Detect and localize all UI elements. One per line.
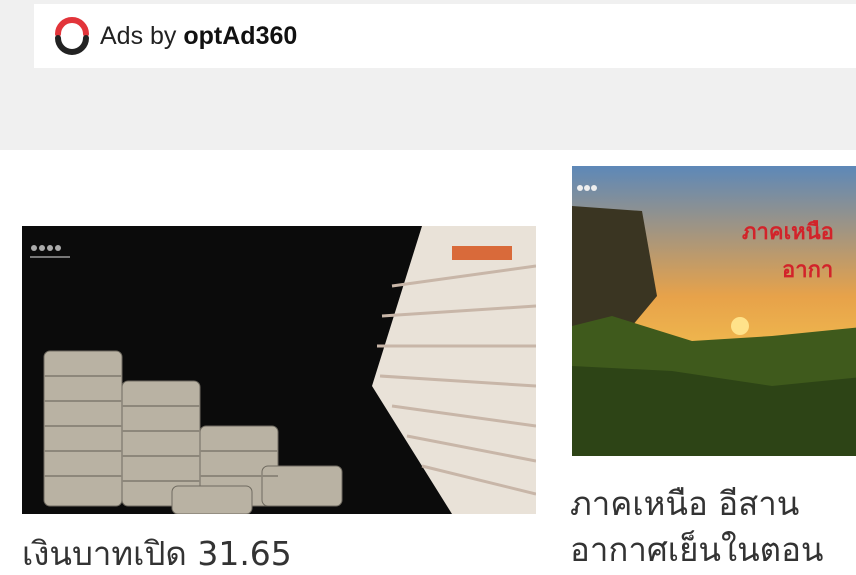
image-overlay-heading: ภาคเหนือ xyxy=(742,220,834,245)
optad360-logo-icon xyxy=(50,14,94,58)
article-title-line-2[interactable]: อากาศเย็นในตอน xyxy=(570,530,823,570)
ad-brand-name: optAd360 xyxy=(183,21,298,50)
article-title-line-1[interactable]: ภาคเหนือ อีสาน xyxy=(570,484,799,524)
ad-label: Ads by optAd360 xyxy=(100,21,298,50)
article-title[interactable]: เงินบาทเปิด 31.65 xyxy=(22,534,292,574)
image-overlay-subheading: อากา xyxy=(782,258,834,283)
ad-banner[interactable]: Ads by optAd360 xyxy=(34,4,856,68)
article-list: เงินบาทเปิด 31.65 ภาคเหนือ อากา ภาคเหนือ… xyxy=(0,150,856,575)
article-thumbnail[interactable] xyxy=(22,226,536,514)
article-thumbnail[interactable]: ภาคเหนือ อากา xyxy=(572,166,856,456)
